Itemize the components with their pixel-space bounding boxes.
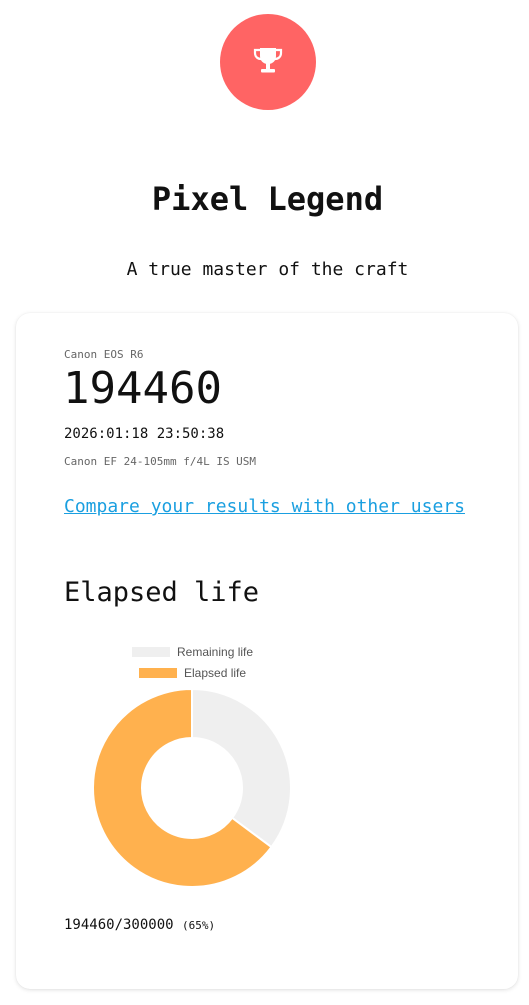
legend-label-elapsed: Elapsed life [184,665,247,680]
life-summary: 194460/300000 (65%) [64,917,215,933]
legend-swatch-elapsed [139,667,177,678]
compare-results-link[interactable]: Compare your results with other users [64,496,465,517]
chart-legend[interactable]: Remaining life Elapsed life [132,641,253,683]
camera-model: Canon EOS R6 [64,348,144,361]
legend-item-remaining[interactable]: Remaining life [132,641,253,662]
elapsed-life-heading: Elapsed life [64,577,260,608]
legend-label-remaining: Remaining life [177,644,254,659]
capture-datetime: 2026:01:18 23:50:38 [64,426,225,442]
page-subtitle: A true master of the craft [126,259,409,280]
shutter-count: 194460 [63,363,222,414]
lens-model: Canon EF 24-105mm f/4L IS USM [64,455,257,468]
elapsed-life-donut-chart [92,688,292,888]
page: Pixel Legend A true master of the craft … [0,0,529,1005]
page-title: Pixel Legend [151,180,384,218]
life-summary-value: 194460/300000 [64,917,174,933]
life-summary-percent: (65%) [182,919,216,932]
donut-slice-remaining[interactable] [191,688,292,849]
result-card: Canon EOS R6 194460 2026:01:18 23:50:38 … [16,313,518,989]
legend-swatch-remaining [132,646,170,657]
legend-item-elapsed[interactable]: Elapsed life [139,662,253,683]
trophy-icon [250,42,286,82]
trophy-badge [220,14,316,110]
